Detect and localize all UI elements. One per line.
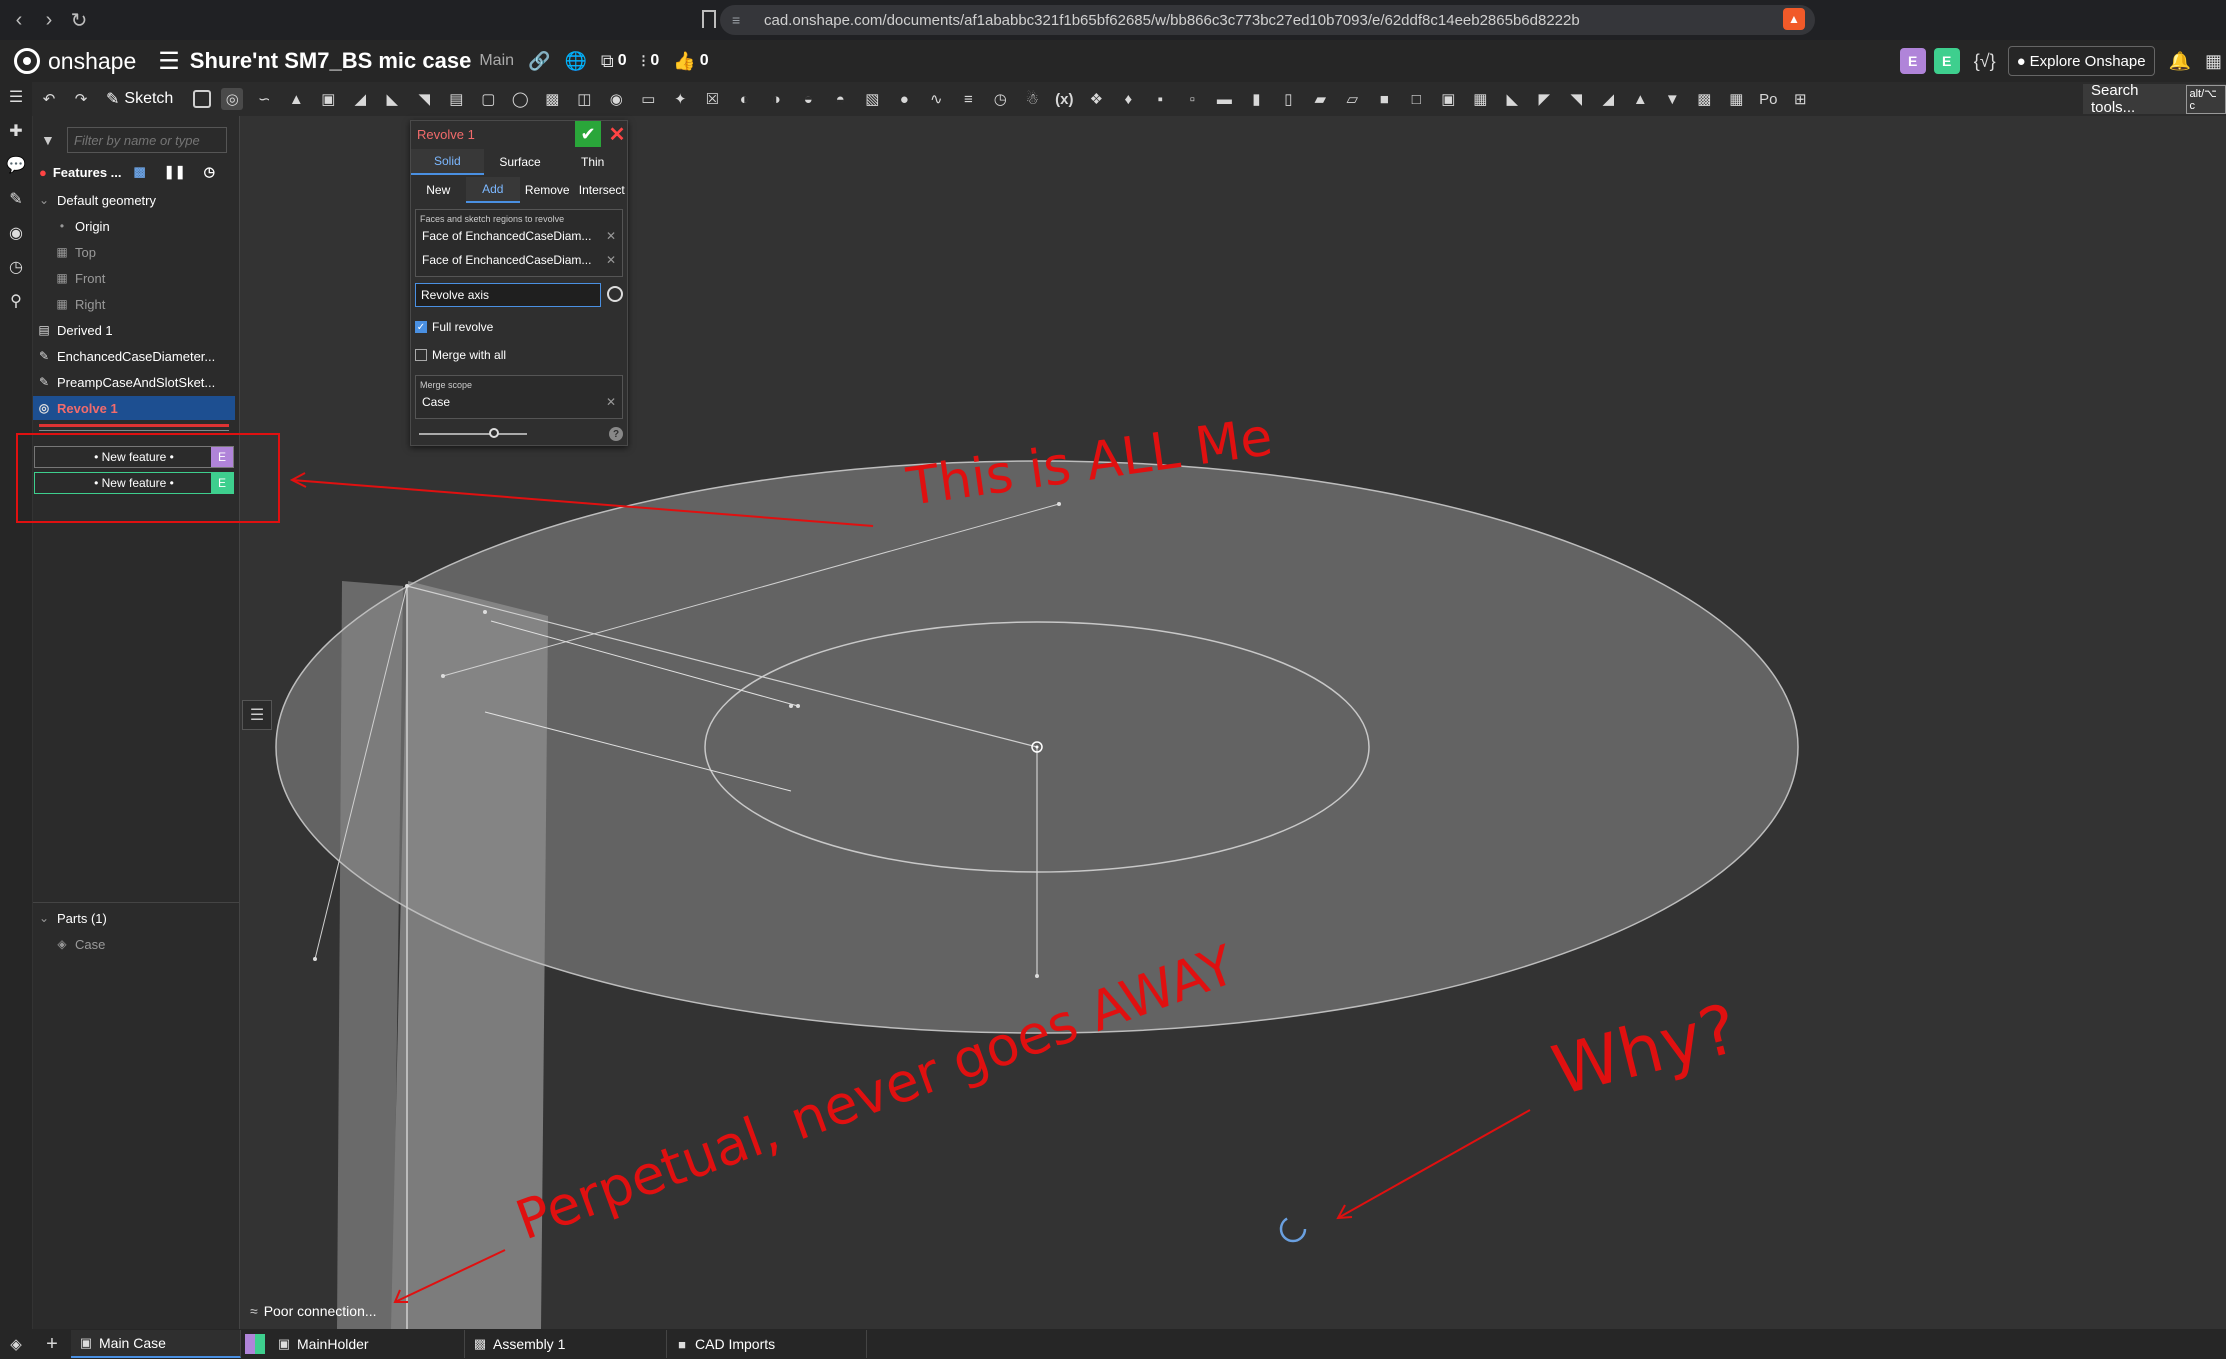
annotation-overlay: This is ALL Me Perpetual, never goes AWA… [16, 407, 1745, 1303]
folder-icon: ■ [678, 1336, 686, 1352]
tab-surface[interactable]: Surface [484, 149, 557, 175]
op-add[interactable]: Add [465, 177, 520, 203]
faces-selection-box[interactable]: Faces and sketch regions to revolve Face… [415, 209, 623, 277]
help-icon[interactable]: ? [609, 427, 623, 441]
add-tab-icon[interactable]: + [41, 1333, 63, 1355]
part-studio-icon: ▣ [277, 1336, 291, 1351]
annotation-text-3: Why? [1545, 990, 1745, 1112]
axis-direction-icon[interactable] [607, 286, 623, 302]
op-intersect[interactable]: Intersect [575, 177, 630, 203]
tab-label: Assembly 1 [493, 1336, 566, 1352]
face-selection-2[interactable]: Face of EnchancedCaseDiam... ✕ [416, 248, 622, 272]
tab-main-case[interactable]: ▣ Main Case [71, 1330, 241, 1358]
tab-cad-imports[interactable]: ■ CAD Imports [667, 1330, 867, 1358]
preview-slider-track[interactable] [419, 433, 527, 435]
remove-selection-icon[interactable]: ✕ [606, 395, 616, 409]
op-remove[interactable]: Remove [520, 177, 575, 203]
annotation-text-2: Perpetual, never goes AWAY [508, 933, 1244, 1252]
full-revolve-label: Full revolve [432, 320, 494, 334]
part-studio-icon: ▣ [79, 1335, 93, 1350]
annotation-arrow [291, 479, 874, 527]
tab-mainholder[interactable]: ▣ MainHolder [269, 1330, 465, 1358]
full-revolve-option[interactable]: ✓ Full revolve [415, 317, 493, 337]
annotation-text-1: This is ALL Me [902, 407, 1276, 518]
preview-slider-handle[interactable] [489, 428, 499, 438]
dialog-title: Revolve 1 [417, 127, 475, 142]
tab-assembly-1[interactable]: ▩ Assembly 1 [465, 1330, 667, 1358]
body-type-tabs: Solid Surface Thin [411, 149, 629, 175]
tab-label: CAD Imports [695, 1336, 776, 1352]
face-selection-1[interactable]: Face of EnchancedCaseDiam... ✕ [416, 224, 622, 248]
remove-selection-icon[interactable]: ✕ [606, 253, 616, 267]
revolve-dialog: Revolve 1 ✔ ✕ Solid Surface Thin New Add… [410, 120, 628, 446]
merge-all-label: Merge with all [432, 348, 507, 362]
tab-label: Main Case [99, 1335, 166, 1351]
merge-scope-box[interactable]: Merge scope Case ✕ [415, 375, 623, 419]
merge-scope-label: Merge scope [420, 380, 473, 390]
connection-status-label: Poor connection... [263, 1303, 377, 1319]
full-revolve-checkbox[interactable]: ✓ [415, 321, 427, 333]
merge-scope-value[interactable]: Case ✕ [416, 390, 622, 414]
presence-indicator [245, 1334, 265, 1354]
merge-all-checkbox[interactable] [415, 349, 427, 361]
op-new[interactable]: New [411, 177, 466, 203]
feature-list-toggle-icon[interactable]: ☰ [242, 700, 272, 730]
revolve-axis-field[interactable]: Revolve axis [415, 283, 601, 307]
operation-tabs: New Add Remove Intersect [411, 177, 629, 203]
tab-thin[interactable]: Thin [556, 149, 629, 175]
face-2-label: Face of EnchancedCaseDiam... [422, 253, 592, 267]
annotation-arrow [1337, 1109, 1531, 1219]
remove-selection-icon[interactable]: ✕ [606, 229, 616, 243]
faces-label: Faces and sketch regions to revolve [420, 214, 565, 224]
assembly-icon: ▩ [473, 1336, 487, 1351]
annotation-arrow [394, 1249, 506, 1303]
annotation-box [16, 433, 280, 523]
face-1-label: Face of EnchancedCaseDiam... [422, 229, 592, 243]
wifi-icon: ≈ [250, 1303, 258, 1319]
cancel-x-icon[interactable]: ✕ [607, 123, 627, 146]
merge-scope-value-label: Case [422, 395, 451, 409]
merge-all-option[interactable]: Merge with all [415, 345, 506, 365]
tab-label: MainHolder [297, 1336, 369, 1352]
tab-solid[interactable]: Solid [411, 149, 484, 175]
connection-status[interactable]: ≈ Poor connection... [250, 1303, 377, 1319]
confirm-check-icon[interactable]: ✔ [575, 121, 601, 147]
tab-manager-icon[interactable]: ◈ [5, 1333, 27, 1355]
tab-bar: ◈ + ▣ Main Case ▣ MainHolder ▩ Assembly … [0, 1329, 2226, 1359]
